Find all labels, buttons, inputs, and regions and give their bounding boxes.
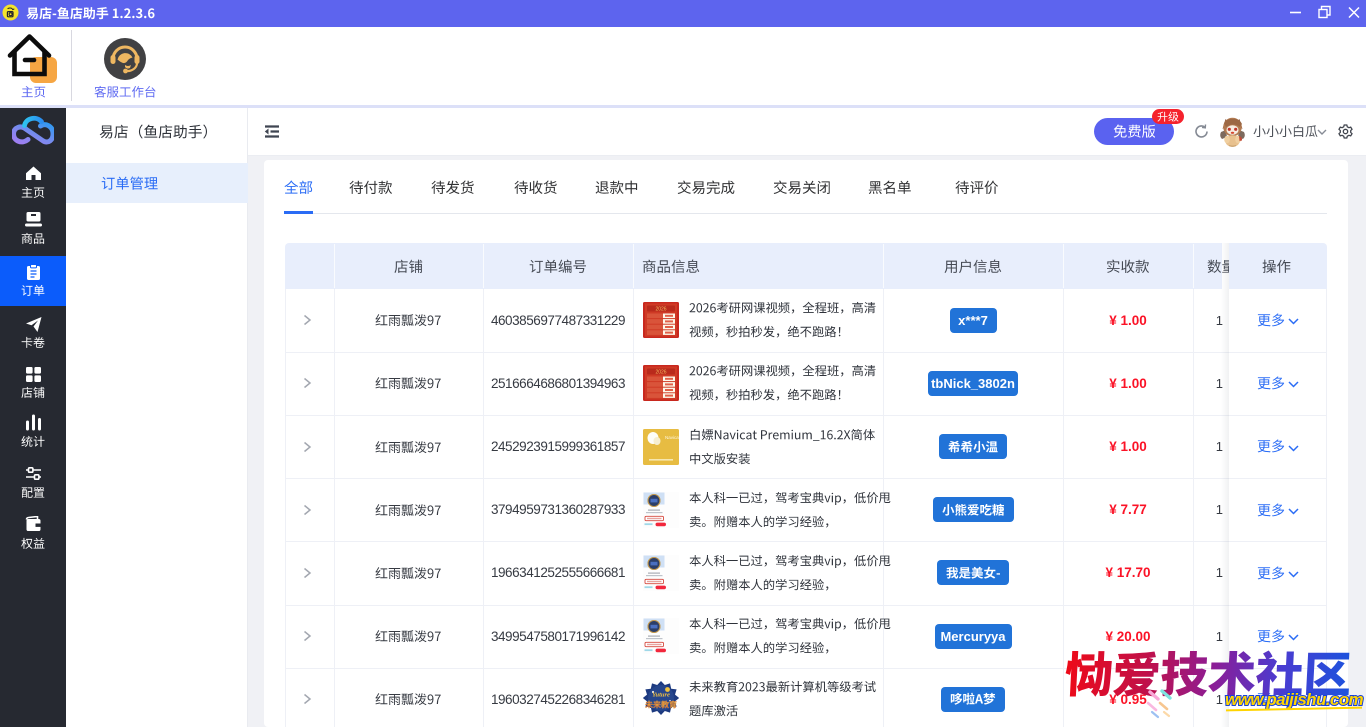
svg-text:2026: 2026 [655, 370, 666, 376]
svg-text:Yuture: Yuture [652, 692, 670, 699]
svg-text:2026: 2026 [655, 307, 666, 313]
svg-text:Navicat: Navicat [665, 435, 679, 440]
